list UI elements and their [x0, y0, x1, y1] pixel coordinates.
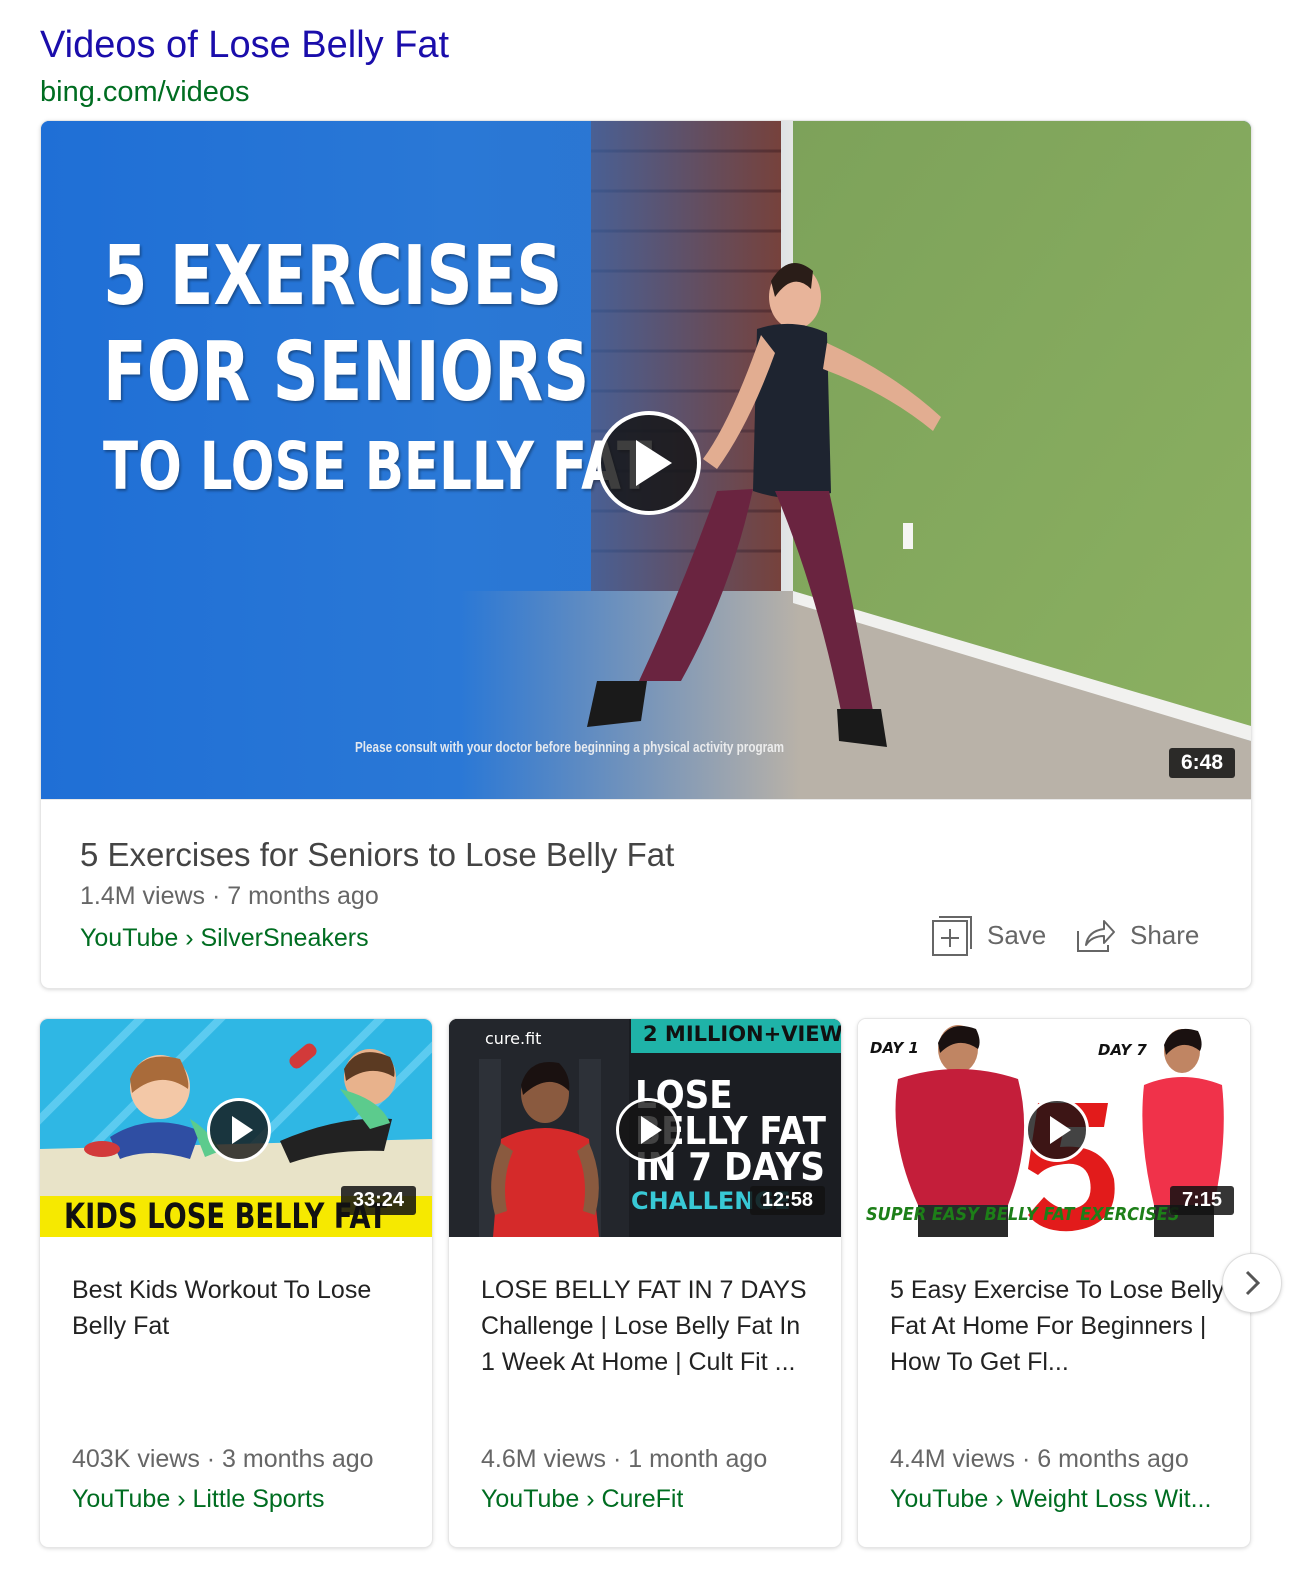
video-card[interactable]: DAY 1 DAY 7 SUPER EASY BELLY FAT EXERCIS… — [858, 1019, 1250, 1547]
save-label: Save — [987, 919, 1047, 950]
video-title[interactable]: Best Kids Workout To Lose Belly Fat — [72, 1272, 412, 1344]
overlay-line-1: 5 EXERCISES — [103, 229, 563, 324]
video-source[interactable]: YouTube › Little Sports — [72, 1485, 324, 1514]
carousel-next-button[interactable] — [1223, 1254, 1281, 1312]
video-duration: 7:15 — [1169, 1186, 1234, 1215]
videos-heading-link[interactable]: Videos of Lose Belly Fat — [40, 24, 449, 67]
featured-video-card[interactable]: 5 EXERCISES FOR SENIORS TO LOSE BELLY FA… — [41, 121, 1251, 988]
chevron-right-icon — [1245, 1270, 1261, 1296]
views-badge-text: 2 MILLION+VIEWS — [643, 1022, 841, 1046]
play-icon[interactable] — [1025, 1098, 1089, 1162]
add-to-collection-icon — [932, 916, 972, 956]
video-duration: 12:58 — [749, 1186, 825, 1215]
video-title[interactable]: 5 Easy Exercise To Lose Belly Fat At Hom… — [890, 1272, 1230, 1380]
share-icon — [1077, 920, 1115, 952]
source-url: bing.com/videos — [40, 76, 250, 108]
featured-video-info: 5 Exercises for Seniors to Lose Belly Fa… — [41, 799, 1251, 988]
video-meta: 403K views · 3 months ago — [72, 1445, 374, 1473]
save-button[interactable]: Save — [931, 913, 1046, 957]
video-duration: 6:48 — [1168, 748, 1235, 778]
featured-video-thumbnail[interactable]: 5 EXERCISES FOR SENIORS TO LOSE BELLY FA… — [41, 121, 1251, 799]
thumbnail-caption: SUPER EASY BELLY FAT EXERCISES — [866, 1204, 1180, 1225]
play-icon[interactable] — [597, 411, 701, 515]
video-meta: 4.4M views · 6 months ago — [890, 1445, 1189, 1473]
share-label: Share — [1130, 919, 1200, 950]
brand-logo-text: cure.fit — [485, 1029, 542, 1048]
video-card[interactable]: KIDS LOSE BELLY FAT 33:24 Best Kids Work… — [40, 1019, 432, 1547]
video-thumbnail[interactable]: 2 MILLION+VIEWS cure.fit LOSE BELLY FAT … — [449, 1019, 841, 1237]
day7-label: DAY 7 — [1098, 1041, 1147, 1059]
video-duration: 33:24 — [340, 1186, 416, 1215]
share-button[interactable]: Share — [1074, 913, 1199, 957]
video-thumbnail[interactable]: DAY 1 DAY 7 SUPER EASY BELLY FAT EXERCIS… — [858, 1019, 1250, 1237]
thumbnail-disclaimer: Please consult with your doctor before b… — [355, 739, 785, 756]
day1-label: DAY 1 — [870, 1039, 919, 1057]
thumbnail-banner-text: KIDS LOSE BELLY FAT — [64, 1197, 388, 1237]
video-source[interactable]: YouTube › CureFit — [481, 1485, 683, 1514]
video-title[interactable]: LOSE BELLY FAT IN 7 DAYS Challenge | Los… — [481, 1272, 821, 1380]
overlay-line-3: TO LOSE BELLY FAT — [103, 428, 653, 505]
video-source[interactable]: YouTube › Weight Loss Wit... — [890, 1485, 1211, 1514]
play-icon[interactable] — [207, 1098, 271, 1162]
video-thumbnail[interactable]: KIDS LOSE BELLY FAT 33:24 — [40, 1019, 432, 1237]
thumbnail-overlay-title: 5 EXERCISES FOR SENIORS TO LOSE BELLY FA… — [103, 229, 652, 513]
featured-video-meta: 1.4M views · 7 months ago — [80, 882, 379, 910]
video-card[interactable]: 2 MILLION+VIEWS cure.fit LOSE BELLY FAT … — [449, 1019, 841, 1547]
featured-video-title[interactable]: 5 Exercises for Seniors to Lose Belly Fa… — [80, 836, 674, 874]
overlay-line-2: FOR SENIORS — [103, 325, 590, 420]
video-meta: 4.6M views · 1 month ago — [481, 1445, 768, 1473]
featured-video-source[interactable]: YouTube › SilverSneakers — [80, 924, 369, 953]
play-icon[interactable] — [616, 1098, 680, 1162]
